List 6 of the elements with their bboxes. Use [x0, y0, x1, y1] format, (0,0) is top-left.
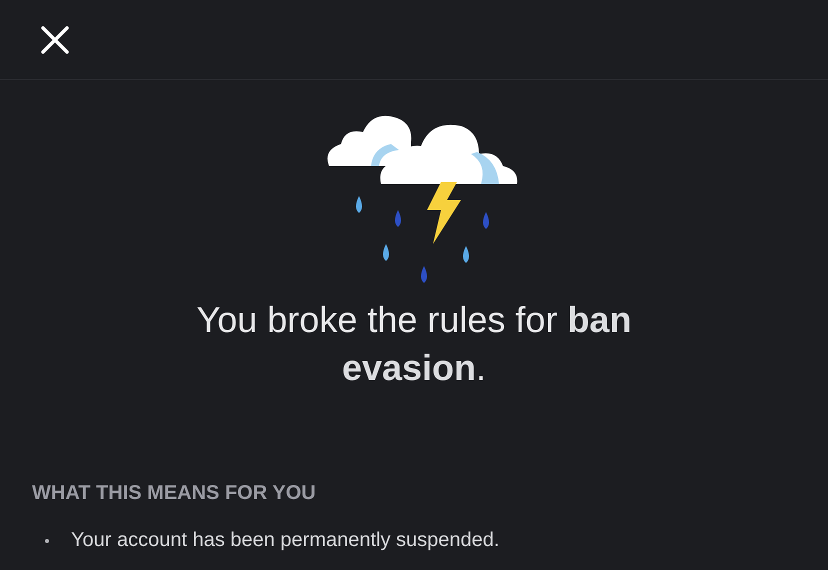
section-title: WHAT THIS MEANS FOR YOU	[32, 482, 317, 505]
heading: You broke the rules for ban evasion.	[196, 298, 632, 390]
bullet-text: Your account has been permanently suspended.	[71, 529, 500, 552]
close-icon	[40, 24, 70, 54]
bullet-dot	[45, 538, 49, 542]
close-button[interactable]	[40, 24, 70, 54]
